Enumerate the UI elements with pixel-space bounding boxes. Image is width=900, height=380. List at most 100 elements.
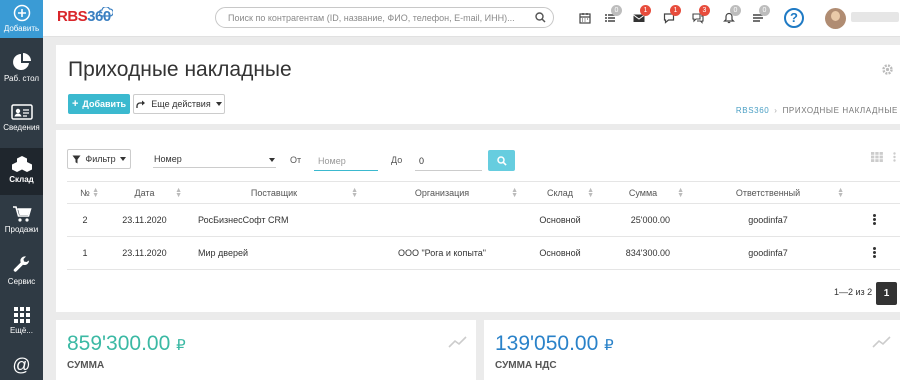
sidebar-item-warehouse[interactable]: Склад xyxy=(0,148,43,195)
sidebar: Добавить Раб. стол Сведения Склад Продаж… xyxy=(0,0,43,380)
cell-organization xyxy=(362,203,522,237)
page-title: Приходные накладные xyxy=(68,58,292,81)
sort-icon: ▲ ▼ xyxy=(511,187,518,199)
chat-button[interactable]: 1 xyxy=(663,5,681,26)
sort-icon: ▲ ▼ xyxy=(837,187,844,199)
sidebar-item-more[interactable]: Ещё... xyxy=(0,306,43,346)
cell-warehouse: Основной xyxy=(522,236,598,270)
column-label: Склад xyxy=(546,187,574,198)
filter-icon xyxy=(72,155,81,163)
list-badge: 0 xyxy=(611,5,622,16)
field-select-value: Номер xyxy=(154,154,182,164)
column-label: № xyxy=(80,187,90,198)
logo[interactable]: RBS360 xyxy=(57,7,113,25)
sidebar-item-label: Сведения xyxy=(3,123,40,132)
column-label: Поставщик xyxy=(250,187,298,198)
table-row[interactable]: 1 23.11.2020 Мир дверей ООО "Рога и копы… xyxy=(67,236,900,270)
sidebar-item-label: Сервис xyxy=(7,277,36,286)
sidebar-item-dashboard[interactable]: Раб. стол xyxy=(0,52,43,92)
sort-icon: ▲ ▼ xyxy=(175,187,182,199)
breadcrumb: RBS360 › ПРИХОДНЫЕ НАКЛАДНЫЕ xyxy=(735,106,898,115)
plus-icon: + xyxy=(71,98,79,110)
calendar-icon xyxy=(579,13,591,24)
trend-line-icon[interactable] xyxy=(872,336,892,348)
topbar: RBS360 0 1 1 3 0 0 ? xyxy=(43,0,900,37)
mail-button[interactable]: 1 xyxy=(633,5,651,26)
more-vertical-icon[interactable] xyxy=(872,213,876,226)
cubes-icon xyxy=(11,156,32,172)
tasks-button[interactable]: 0 xyxy=(752,5,770,26)
filter-label: Фильтр xyxy=(85,154,116,164)
help-button[interactable]: ? xyxy=(784,8,804,28)
search-input[interactable] xyxy=(228,8,528,27)
column-label: Организация xyxy=(414,187,470,198)
calendar-button[interactable] xyxy=(579,12,593,26)
sidebar-item-mentions[interactable]: @ xyxy=(0,355,43,380)
sidebar-item-label: Добавить xyxy=(3,24,40,33)
cart-icon xyxy=(12,206,32,222)
stat-value: 139'050.00 ₽ xyxy=(495,332,614,356)
cell-supplier[interactable]: Мир дверей xyxy=(186,236,362,270)
more-vertical-icon[interactable] xyxy=(872,246,876,259)
cell-sum: 834'300.00 xyxy=(598,236,688,270)
filter-button[interactable]: Фильтр xyxy=(67,149,131,169)
pagination-page-1[interactable]: 1 xyxy=(876,282,897,305)
comments-button[interactable]: 3 xyxy=(692,5,710,26)
column-header-date[interactable]: Дата ▲ ▼ xyxy=(103,181,186,204)
sort-icon: ▲ ▼ xyxy=(587,187,594,199)
chevron-down-icon xyxy=(215,102,222,106)
from-label: От xyxy=(290,155,302,165)
column-header-sum[interactable]: Сумма ▲ ▼ xyxy=(598,181,688,204)
more-actions-label: Еще действия xyxy=(151,99,211,109)
chevron-down-icon xyxy=(269,158,275,162)
at-icon: @ xyxy=(12,355,31,375)
stat-number: 139'050.00 xyxy=(495,332,599,355)
stat-value: 859'300.00 ₽ xyxy=(67,332,186,356)
chat-badge: 1 xyxy=(670,5,681,16)
column-header-actions xyxy=(848,181,900,204)
from-input[interactable] xyxy=(314,151,378,171)
trend-line-icon[interactable] xyxy=(448,336,468,348)
row-actions[interactable] xyxy=(848,236,900,270)
pie-chart-icon xyxy=(12,53,31,70)
avatar[interactable] xyxy=(825,8,846,29)
sidebar-item-label: Склад xyxy=(9,175,34,184)
cloud-icon xyxy=(99,7,113,17)
field-select[interactable]: Номер xyxy=(153,151,276,168)
filter-search-button[interactable] xyxy=(488,150,515,171)
sidebar-item-info[interactable]: Сведения xyxy=(0,103,43,143)
cell-supplier[interactable]: РосБизнесСофт CRM xyxy=(186,203,362,237)
row-actions[interactable] xyxy=(848,203,900,237)
column-label: Дата xyxy=(134,187,155,198)
column-label: Сумма xyxy=(628,187,658,198)
bell-badge: 0 xyxy=(730,5,741,16)
cell-warehouse: Основной xyxy=(522,203,598,237)
sidebar-item-sales[interactable]: Продажи xyxy=(0,205,43,245)
more-actions-button[interactable]: Еще действия xyxy=(133,94,225,114)
currency-symbol: ₽ xyxy=(176,337,186,354)
sort-icon: ▲ ▼ xyxy=(92,187,99,199)
column-header-number[interactable]: № ▲ ▼ xyxy=(67,181,103,204)
breadcrumb-home[interactable]: RBS360 xyxy=(736,106,769,115)
gear-icon[interactable] xyxy=(881,63,894,76)
list-button[interactable]: 0 xyxy=(604,5,622,26)
table-view-icon[interactable] xyxy=(871,152,883,162)
more-vertical-icon[interactable] xyxy=(893,152,896,162)
add-button[interactable]: + Добавить xyxy=(68,94,130,114)
share-icon xyxy=(136,100,146,108)
chevron-down-icon xyxy=(119,157,126,161)
table-row[interactable]: 2 23.11.2020 РосБизнесСофт CRM Основной … xyxy=(67,203,900,237)
to-input[interactable] xyxy=(415,151,482,171)
sidebar-item-add[interactable]: Добавить xyxy=(0,0,43,38)
search-box xyxy=(215,7,554,28)
column-header-organization[interactable]: Организация ▲ ▼ xyxy=(362,181,522,204)
sidebar-item-service[interactable]: Сервис xyxy=(0,255,43,295)
username-blurred[interactable] xyxy=(851,12,899,22)
bell-button[interactable]: 0 xyxy=(723,5,741,26)
column-header-warehouse[interactable]: Склад ▲ ▼ xyxy=(522,181,598,204)
search-icon[interactable] xyxy=(535,12,546,23)
cell-number: 1 xyxy=(67,236,103,270)
column-header-supplier[interactable]: Поставщик ▲ ▼ xyxy=(186,181,362,204)
column-label: Ответственный xyxy=(735,187,801,198)
column-header-responsible[interactable]: Ответственный ▲ ▼ xyxy=(688,181,848,204)
